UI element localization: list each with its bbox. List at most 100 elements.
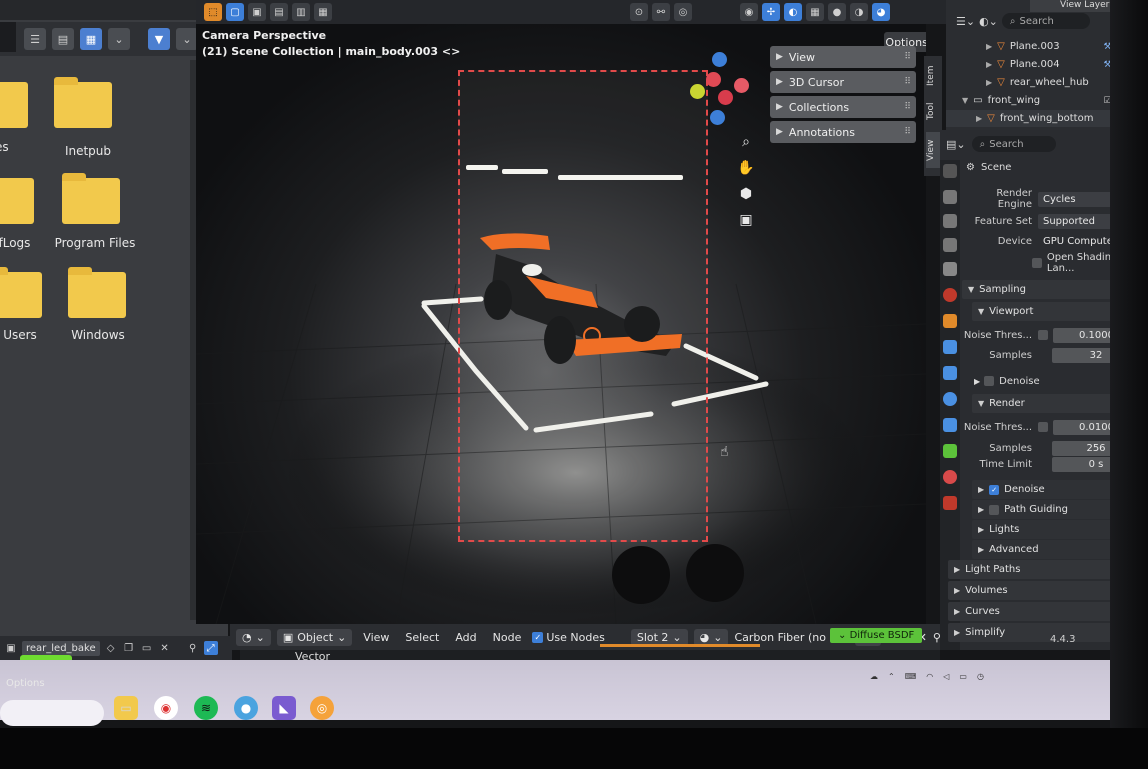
open-shading-checkbox[interactable] xyxy=(1031,258,1042,268)
clock-icon[interactable]: ◷ xyxy=(977,672,984,681)
menu-node[interactable]: Node xyxy=(488,631,527,644)
folder-item[interactable]: Inetpub xyxy=(54,77,124,162)
gizmo-y-axis[interactable] xyxy=(690,84,705,99)
select-intersect-icon[interactable]: ▦ xyxy=(314,3,332,21)
scene-tab-icon[interactable] xyxy=(943,262,957,276)
modifier-wrench-icon[interactable] xyxy=(943,340,957,354)
collapse-arrow-icon[interactable]: ▼ xyxy=(962,96,968,105)
outliner-search-input[interactable]: ⌕ Search xyxy=(1001,13,1090,29)
select-invert-icon[interactable]: ▥ xyxy=(292,3,310,21)
camera-view-icon[interactable]: ⬢ xyxy=(736,184,756,204)
pin-icon[interactable]: ⚲ xyxy=(186,641,200,655)
tab-item[interactable]: Item xyxy=(926,60,940,92)
editor-type-selector[interactable]: ◔ ⌄ xyxy=(236,628,271,646)
lock-icon[interactable]: ▣ xyxy=(736,210,756,230)
transform-pivot-icon[interactable]: ⊙ xyxy=(630,3,648,21)
visual-studio-icon[interactable]: ◣ xyxy=(272,696,296,720)
zoom-icon[interactable]: ⌕ xyxy=(736,132,756,152)
wifi-icon[interactable]: ◠ xyxy=(926,672,933,681)
overlay-toggle-icon[interactable]: ◐ xyxy=(784,3,802,21)
chat-icon[interactable]: ● xyxy=(234,696,258,720)
details-view-icon[interactable]: ▤ xyxy=(52,28,74,50)
volume-icon[interactable]: ◁ xyxy=(943,672,949,681)
shield-icon[interactable]: ◇ xyxy=(104,641,118,655)
world-tab-icon[interactable] xyxy=(943,288,957,302)
outliner-display-icon[interactable]: ☰⌄ xyxy=(956,15,975,28)
copy-icon[interactable]: ❐ xyxy=(122,641,136,655)
weather-icon[interactable]: ☁ xyxy=(870,672,878,681)
folder-item[interactable]: Windows xyxy=(68,267,138,352)
constraints-tab-icon[interactable] xyxy=(943,418,957,432)
grip-icon[interactable]: ⠿ xyxy=(904,102,911,112)
blender-icon[interactable]: ◎ xyxy=(310,696,334,720)
mesh-data-tab-icon[interactable] xyxy=(943,444,957,458)
panel-3d-cursor[interactable]: ▶ 3D Cursor ⠿ xyxy=(770,71,916,93)
tool-tab-icon[interactable] xyxy=(943,164,957,178)
select-box-icon[interactable]: ⬚ xyxy=(204,3,222,21)
language-indicator-icon[interactable]: ⌨ xyxy=(905,672,917,681)
physics-tab-icon[interactable] xyxy=(943,392,957,406)
grid-view-icon[interactable]: ▦ xyxy=(80,28,102,50)
tab-tool[interactable]: Tool xyxy=(926,96,940,126)
image-icon[interactable]: ▣ xyxy=(4,641,18,655)
shading-rendered-icon[interactable]: ◕ xyxy=(872,3,890,21)
chevron-up-icon[interactable]: ⌃ xyxy=(888,672,895,681)
gizmo-neg-y-axis[interactable] xyxy=(718,90,733,105)
properties-search-input[interactable]: ⌕ Search xyxy=(971,136,1056,152)
slot-dropdown[interactable]: Slot 2 ⌄ xyxy=(630,628,688,646)
gizmo-neg-z-axis[interactable] xyxy=(710,110,725,125)
shading-material-icon[interactable]: ◑ xyxy=(850,3,868,21)
panel-collections[interactable]: ▶ Collections ⠿ xyxy=(770,96,916,118)
view-layer-tab-icon[interactable] xyxy=(943,238,957,252)
panel-view[interactable]: ▶ View ⠿ xyxy=(770,46,916,68)
grip-icon[interactable]: ⠿ xyxy=(904,77,911,87)
grip-icon[interactable]: ⠿ xyxy=(904,127,911,137)
object-mode-dropdown[interactable]: ▣ Object ⌄ xyxy=(276,628,353,646)
active-node-chip[interactable]: ⌄ Diffuse BSDF xyxy=(830,628,923,643)
folder-item[interactable]: mes xyxy=(0,82,40,162)
folder-item[interactable]: Program Files xyxy=(55,173,135,258)
expand-arrow-icon[interactable]: ▶ xyxy=(986,60,992,69)
gizmo-z-axis[interactable] xyxy=(712,52,727,67)
expand-arrow-icon[interactable]: ▶ xyxy=(976,114,982,123)
folder-open-icon[interactable]: ▭ xyxy=(140,641,154,655)
select-extend-icon[interactable]: ▣ xyxy=(248,3,266,21)
expand-arrow-icon[interactable]: ▶ xyxy=(986,42,992,51)
panel-annotations[interactable]: ▶ Annotations ⠿ xyxy=(770,121,916,143)
chevron-down-icon[interactable]: ⌄ xyxy=(108,28,130,50)
path-guiding-checkbox[interactable] xyxy=(989,504,1000,515)
checkbox-checked-icon[interactable]: ✓ xyxy=(989,484,1000,495)
gizmo-toggle-icon[interactable]: ✢ xyxy=(762,3,780,21)
image-name-field[interactable]: rear_led_bake xyxy=(22,640,100,656)
pan-hand-icon[interactable]: ✋ xyxy=(736,158,756,178)
gizmo-x-axis[interactable] xyxy=(706,72,721,87)
render-tab-icon[interactable] xyxy=(943,190,957,204)
close-icon[interactable]: ✕ xyxy=(158,641,172,655)
output-tab-icon[interactable] xyxy=(943,214,957,228)
gizmo-neg-x-axis[interactable] xyxy=(734,78,749,93)
chevron-down-icon[interactable]: ⌄ xyxy=(176,28,198,50)
proportional-edit-icon[interactable]: ◎ xyxy=(674,3,692,21)
fullscreen-icon[interactable]: ⤢ xyxy=(203,641,218,655)
chrome-icon[interactable]: ◉ xyxy=(154,696,178,720)
menu-select[interactable]: Select xyxy=(400,631,444,644)
noise-threshold-checkbox[interactable] xyxy=(1038,330,1048,340)
file-explorer-taskbar-icon[interactable]: ▭ xyxy=(114,696,138,720)
folder-item[interactable]: Users xyxy=(0,267,54,352)
options-label[interactable]: Options xyxy=(6,678,45,689)
filter-icon[interactable]: ▼ xyxy=(148,28,170,50)
xray-icon[interactable]: ▦ xyxy=(806,3,824,21)
snap-icon[interactable]: ⚯ xyxy=(652,3,670,21)
menu-view[interactable]: View xyxy=(358,631,394,644)
select-mode-icon[interactable]: ▢ xyxy=(226,3,244,21)
noise-threshold-checkbox[interactable] xyxy=(1038,422,1048,432)
navigation-gizmo[interactable] xyxy=(690,50,760,130)
filter-mode-icon[interactable]: ◐⌄ xyxy=(979,15,998,28)
tab-view[interactable]: View xyxy=(926,132,940,168)
folder-item[interactable]: rfLogs xyxy=(0,178,46,258)
material-tab-icon[interactable] xyxy=(943,470,957,484)
use-nodes-toggle[interactable]: ✓ Use Nodes xyxy=(532,631,605,644)
select-subtract-icon[interactable]: ▤ xyxy=(270,3,288,21)
taskbar-search[interactable] xyxy=(0,700,104,726)
particles-tab-icon[interactable] xyxy=(943,366,957,380)
